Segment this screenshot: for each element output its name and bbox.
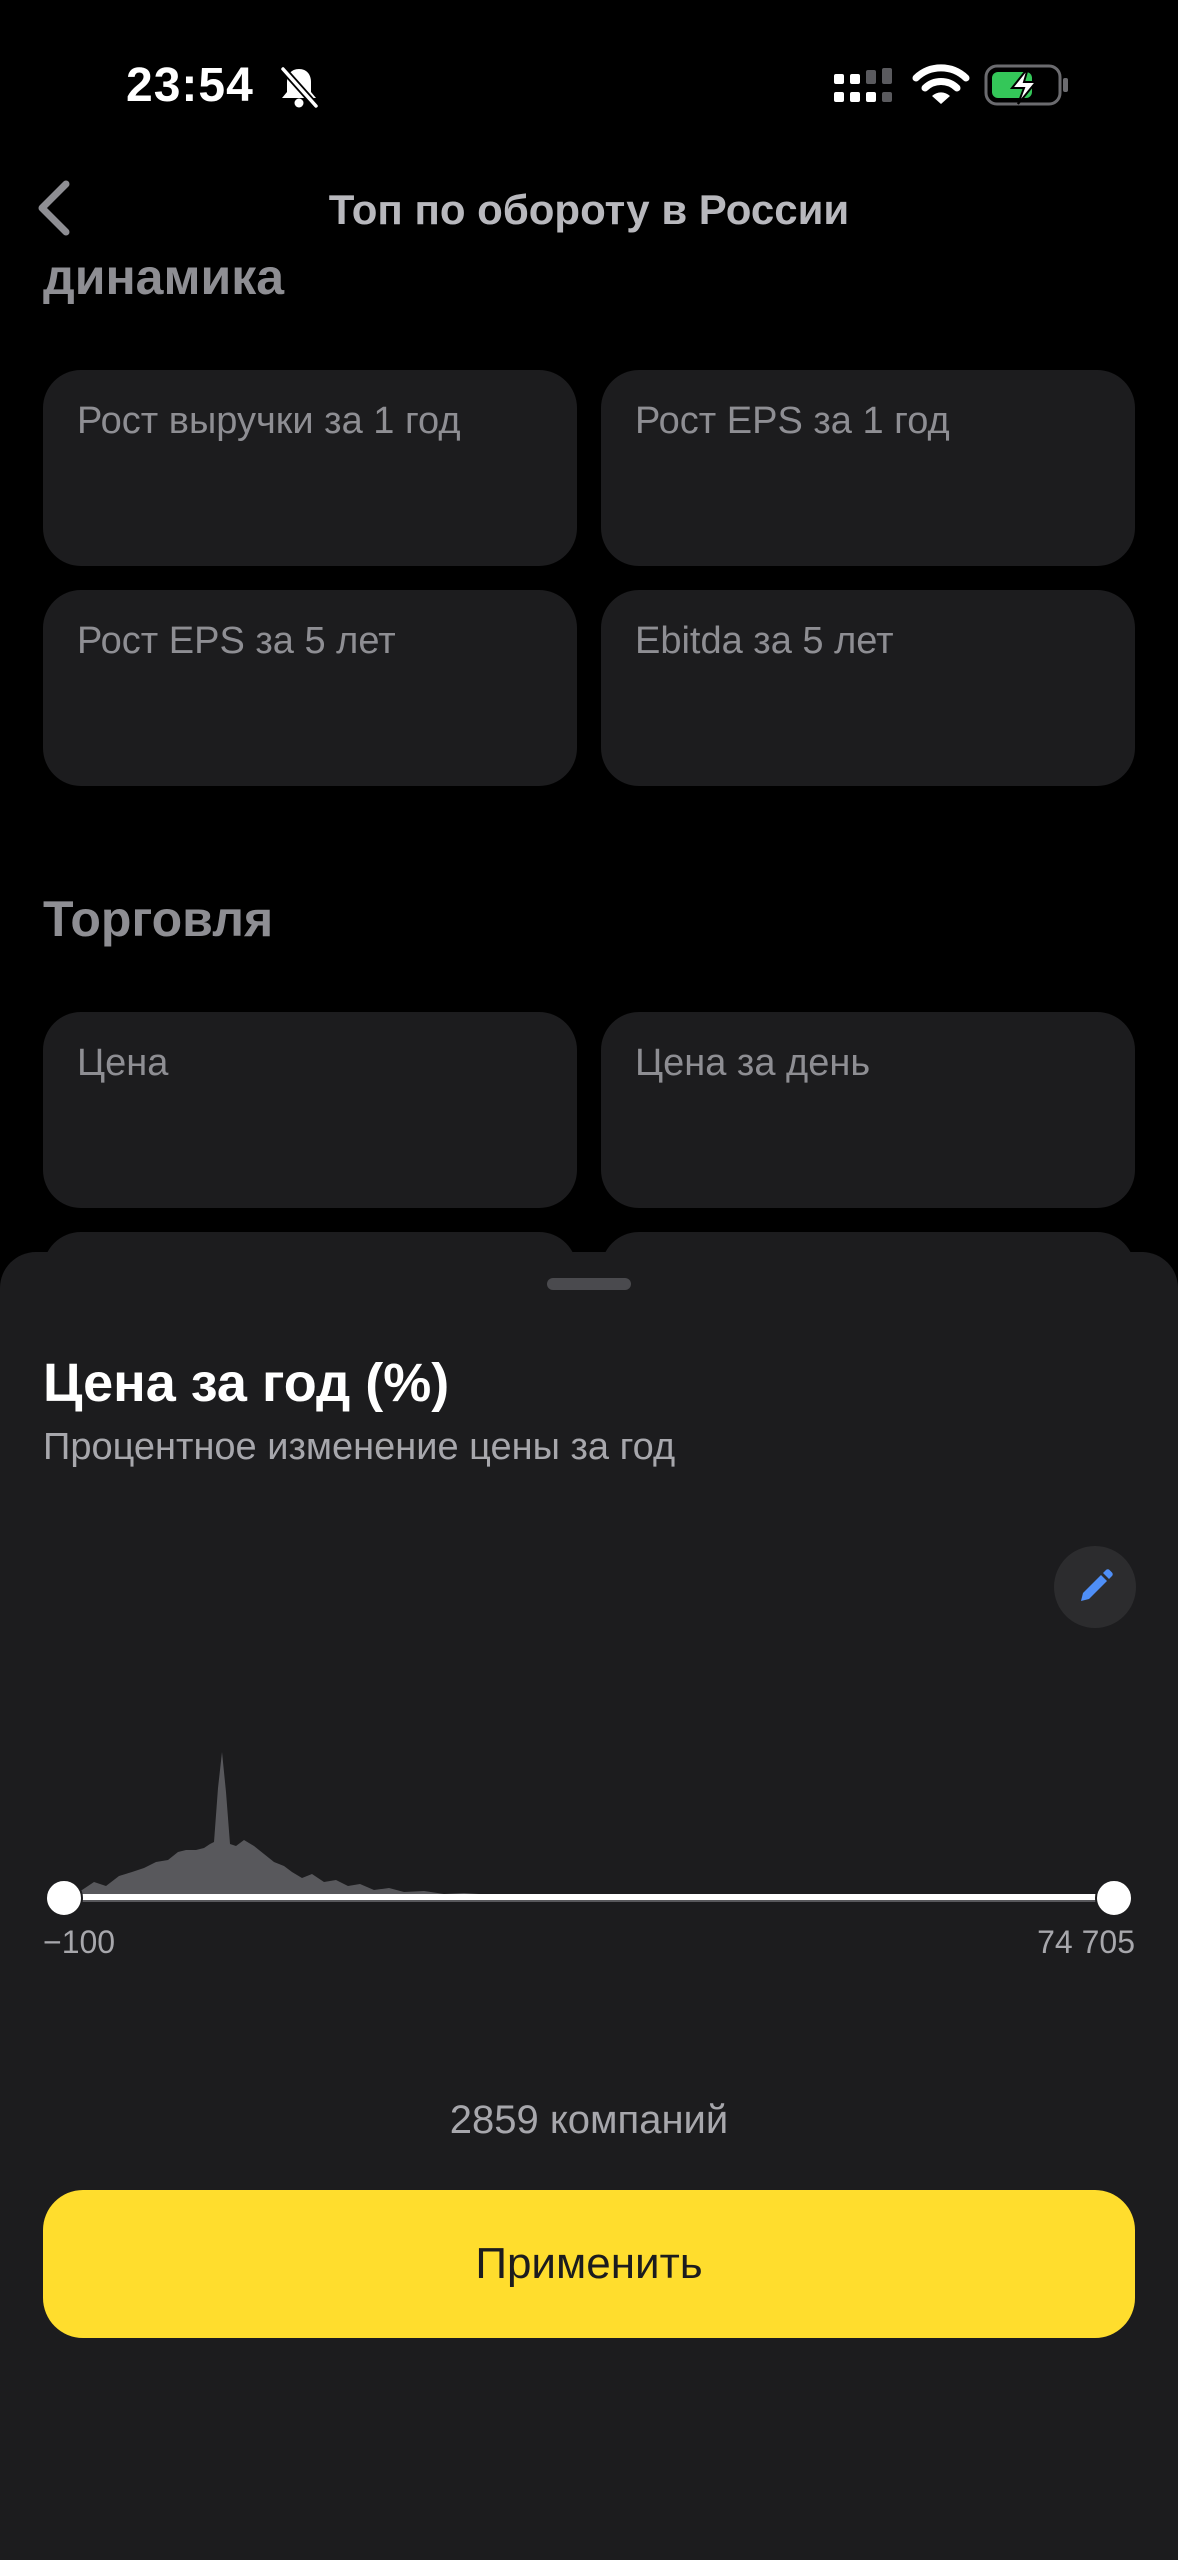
filter-card-label: Рост выручки за 1 год <box>77 400 461 442</box>
range-slider-max-thumb[interactable] <box>1095 1879 1133 1917</box>
page-title: Топ по обороту в России <box>328 186 850 233</box>
filter-card-price-day[interactable]: Цена за день <box>601 1012 1135 1208</box>
pencil-icon <box>1081 1569 1113 1601</box>
filter-card-label: Цена за день <box>635 1042 871 1084</box>
companies-count: 2859 компаний <box>449 2098 729 2142</box>
status-bar: 23:54 <box>0 0 1178 150</box>
filter-card-label: Ebitda за 5 лет <box>635 620 894 662</box>
sheet-drag-handle[interactable] <box>547 1278 631 1290</box>
filter-card-label: Рост EPS за 1 год <box>635 400 950 442</box>
range-slider-track[interactable] <box>64 1894 1114 1900</box>
battery-charging-icon <box>984 64 1068 106</box>
filter-card-ebitda-5y[interactable]: Ebitda за 5 лет <box>601 590 1135 786</box>
filter-card-price[interactable]: Цена <box>43 1012 577 1208</box>
sheet-subtitle: Процентное изменение цены за год <box>43 1426 676 1468</box>
filter-card-revenue-growth-1y[interactable]: Рост выручки за 1 год <box>43 370 577 566</box>
filter-card-eps-growth-1y[interactable]: Рост EPS за 1 год <box>601 370 1135 566</box>
range-max-label: 74 705 <box>1037 1924 1135 1960</box>
range-slider-min-thumb[interactable] <box>45 1879 83 1917</box>
edit-range-button[interactable] <box>1054 1546 1136 1628</box>
status-time: 23:54 <box>126 59 254 112</box>
filter-card-eps-growth-5y[interactable]: Рост EPS за 5 лет <box>43 590 577 786</box>
filter-bottom-sheet: Цена за год (%) Процентное изменение цен… <box>0 1252 1178 2560</box>
wifi-icon <box>912 64 970 104</box>
section-heading-dynamics: динамика <box>43 249 285 305</box>
filter-card-label: Цена <box>77 1042 169 1084</box>
apply-button[interactable]: Применить <box>43 2190 1135 2338</box>
signal-icon <box>834 68 892 102</box>
filter-card-label: Рост EPS за 5 лет <box>77 620 396 662</box>
price-change-histogram <box>64 1752 1114 1902</box>
bell-off-icon <box>280 66 319 109</box>
sheet-title: Цена за год (%) <box>43 1353 450 1413</box>
range-min-label: −100 <box>43 1924 116 1960</box>
section-heading-trading: Торговля <box>43 891 274 947</box>
